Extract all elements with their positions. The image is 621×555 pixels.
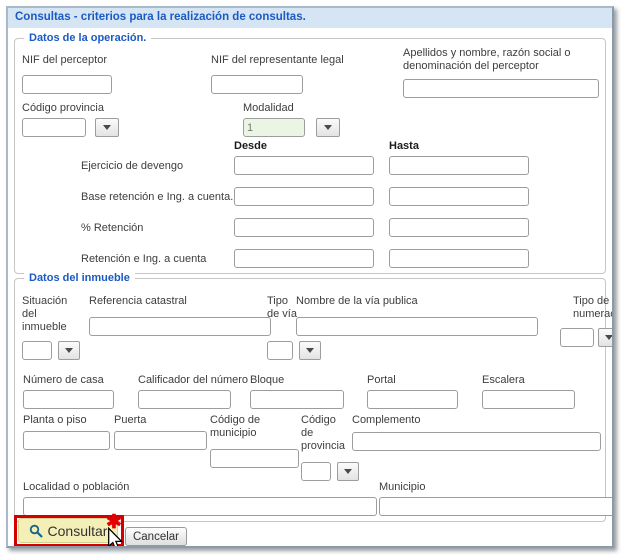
hasta-column-header: Hasta — [389, 140, 419, 152]
puerta-input[interactable] — [114, 431, 207, 450]
bloque-input[interactable] — [250, 390, 344, 409]
codigo-municipio-input[interactable] — [210, 449, 299, 468]
consultar-button-label: Consultar — [48, 523, 108, 539]
planta-input[interactable] — [23, 431, 110, 450]
window-frame: Consultas - criterios para la realizació… — [6, 6, 614, 548]
codigo-provincia-inmueble-input[interactable] — [301, 462, 331, 481]
municipio-input[interactable] — [379, 497, 612, 516]
fieldset-legend-operacion: Datos de la operación. — [24, 32, 151, 44]
fieldset-legend-inmueble: Datos del inmueble — [24, 272, 135, 284]
fieldset-datos-operacion: Datos de la operación. NIF del perceptor… — [14, 38, 606, 274]
ejercicio-devengo-label: Ejercicio de devengo — [81, 160, 183, 173]
ejercicio-devengo-hasta-input[interactable] — [389, 156, 529, 175]
referencia-catastral-input[interactable] — [89, 317, 271, 336]
apellidos-input[interactable] — [403, 79, 599, 98]
tipo-via-dropdown-button[interactable] — [299, 341, 321, 360]
chevron-down-icon — [65, 348, 73, 353]
base-retencion-hasta-input[interactable] — [389, 187, 529, 206]
tipo-numeracion-input[interactable] — [560, 328, 594, 347]
ejercicio-devengo-desde-input[interactable] — [234, 156, 374, 175]
nombre-via-input[interactable] — [296, 317, 538, 336]
portal-label: Portal — [367, 374, 396, 387]
consultar-button[interactable]: Consultar — [18, 518, 118, 543]
planta-label: Planta o piso — [23, 414, 87, 427]
situacion-dropdown-button[interactable] — [58, 341, 80, 360]
modalidad-input[interactable] — [243, 118, 305, 137]
fieldset-datos-inmueble: Datos del inmueble Situación del inmuebl… — [14, 278, 606, 522]
codigo-provincia-inmueble-dropdown-button[interactable] — [337, 462, 359, 481]
nombre-via-label: Nombre de la vía publica — [296, 295, 418, 308]
base-retencion-desde-input[interactable] — [234, 187, 374, 206]
bloque-label: Bloque — [250, 374, 284, 387]
search-icon — [29, 524, 43, 538]
codigo-municipio-label: Código de municipio — [210, 414, 268, 440]
page-title-bar: Consultas - criterios para la realizació… — [8, 8, 612, 28]
situacion-label: Situación del inmueble — [22, 295, 74, 334]
numero-casa-label: Número de casa — [23, 374, 104, 387]
nif-perceptor-label: NIF del perceptor — [22, 54, 107, 67]
base-retencion-label: Base retención e Ing. a cuenta. — [81, 191, 233, 204]
desde-column-header: Desde — [234, 140, 267, 152]
municipio-label: Municipio — [379, 481, 425, 494]
retencion-ingreso-hasta-input[interactable] — [389, 249, 529, 268]
retencion-ingreso-desde-input[interactable] — [234, 249, 374, 268]
pct-retencion-label: % Retención — [81, 222, 143, 235]
chevron-down-icon — [306, 348, 314, 353]
chevron-down-icon — [103, 125, 111, 130]
chevron-down-icon — [324, 125, 332, 130]
tipo-numeracion-label: Tipo de numeración — [573, 295, 612, 321]
complemento-input[interactable] — [352, 432, 601, 451]
tipo-via-label: Tipo de vía — [267, 295, 297, 321]
codigo-provincia-label: Código provincia — [22, 102, 104, 115]
modalidad-label: Modalidad — [243, 102, 294, 115]
portal-input[interactable] — [367, 390, 458, 409]
pct-retencion-desde-input[interactable] — [234, 218, 374, 237]
consultas-window: Consultas - criterios para la realizació… — [0, 0, 621, 555]
escalera-label: Escalera — [482, 374, 525, 387]
nif-representante-input[interactable] — [211, 75, 303, 94]
cancelar-button-label: Cancelar — [133, 531, 179, 543]
complemento-label: Complemento — [352, 414, 420, 427]
pct-retencion-hasta-input[interactable] — [389, 218, 529, 237]
cancelar-button[interactable]: Cancelar — [125, 527, 187, 546]
chevron-down-icon — [344, 469, 352, 474]
escalera-input[interactable] — [482, 390, 575, 409]
apellidos-label: Apellidos y nombre, razón social o denom… — [403, 47, 585, 73]
nif-perceptor-input[interactable] — [22, 75, 112, 94]
form-content: Consultas - criterios para la realizació… — [8, 8, 612, 546]
tipo-numeracion-dropdown-button[interactable] — [598, 328, 612, 347]
nif-representante-label: NIF del representante legal — [211, 54, 344, 67]
localidad-input[interactable] — [23, 497, 377, 516]
retencion-ingreso-label: Retención e Ing. a cuenta — [81, 253, 206, 266]
page-title: Consultas - criterios para la realizació… — [15, 11, 306, 23]
situacion-input[interactable] — [22, 341, 52, 360]
tipo-via-input[interactable] — [267, 341, 293, 360]
referencia-catastral-label: Referencia catastral — [89, 295, 187, 308]
puerta-label: Puerta — [114, 414, 146, 427]
chevron-down-icon — [605, 335, 612, 340]
localidad-label: Localidad o población — [23, 481, 129, 494]
modalidad-dropdown-button[interactable] — [316, 118, 340, 137]
codigo-provincia-inmueble-label: Código de provincia — [301, 414, 351, 453]
calificador-label: Calificador del número — [138, 374, 248, 387]
numero-casa-input[interactable] — [23, 390, 114, 409]
codigo-provincia-dropdown-button[interactable] — [95, 118, 119, 137]
codigo-provincia-input[interactable] — [22, 118, 86, 137]
calificador-input[interactable] — [138, 390, 231, 409]
